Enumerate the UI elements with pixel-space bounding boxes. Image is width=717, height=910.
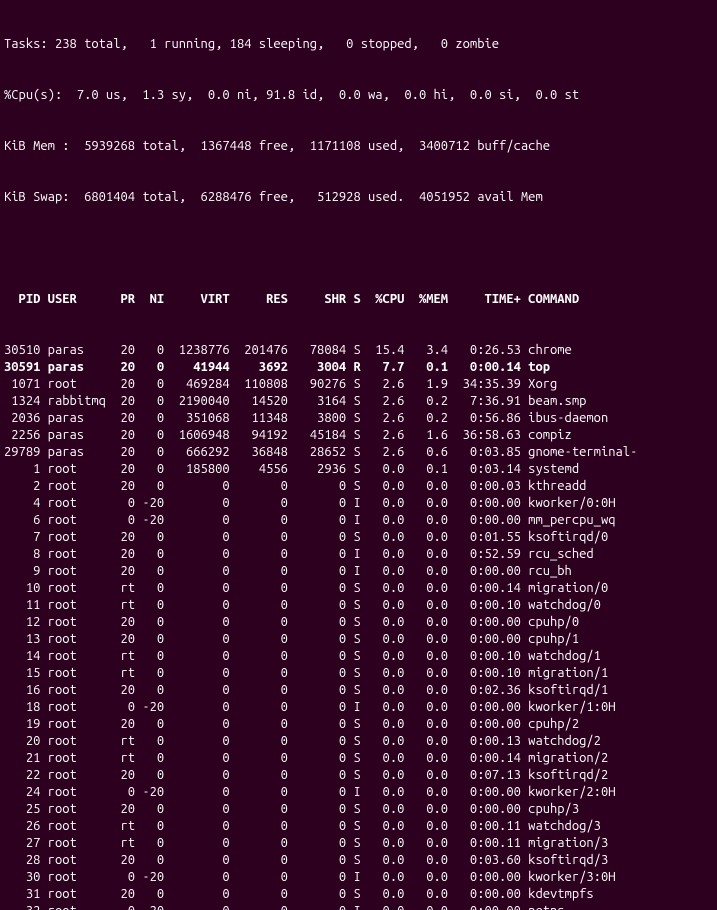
process-row: 31 root 20 0 0 0 0 S 0.0 0.0 0:00.00 kde… xyxy=(4,886,713,903)
process-row: 30 root 0 -20 0 0 0 I 0.0 0.0 0:00.00 kw… xyxy=(4,869,713,886)
process-row: 32 root 0 -20 0 0 0 I 0.0 0.0 0:00.00 ne… xyxy=(4,903,713,910)
process-row: 2256 paras 20 0 1606948 94192 45184 S 2.… xyxy=(4,427,713,444)
process-row: 4 root 0 -20 0 0 0 I 0.0 0.0 0:00.00 kwo… xyxy=(4,495,713,512)
process-row: 20 root rt 0 0 0 0 S 0.0 0.0 0:00.13 wat… xyxy=(4,733,713,750)
process-row: 2036 paras 20 0 351068 11348 3800 S 2.6 … xyxy=(4,410,713,427)
cpu-line: %Cpu(s): 7.0 us, 1.3 sy, 0.0 ni, 91.8 id… xyxy=(4,87,713,104)
process-row: 16 root 20 0 0 0 0 S 0.0 0.0 0:02.36 kso… xyxy=(4,682,713,699)
process-row: 7 root 20 0 0 0 0 S 0.0 0.0 0:01.55 ksof… xyxy=(4,529,713,546)
process-row: 11 root rt 0 0 0 0 S 0.0 0.0 0:00.10 wat… xyxy=(4,597,713,614)
process-row: 30591 paras 20 0 41944 3692 3004 R 7.7 0… xyxy=(4,359,713,376)
process-row: 10 root rt 0 0 0 0 S 0.0 0.0 0:00.14 mig… xyxy=(4,580,713,597)
process-row: 27 root rt 0 0 0 0 S 0.0 0.0 0:00.11 mig… xyxy=(4,835,713,852)
process-row: 29789 paras 20 0 666292 36848 28652 S 2.… xyxy=(4,444,713,461)
process-row: 18 root 0 -20 0 0 0 I 0.0 0.0 0:00.00 kw… xyxy=(4,699,713,716)
process-row: 22 root 20 0 0 0 0 S 0.0 0.0 0:07.13 kso… xyxy=(4,767,713,784)
terminal[interactable]: Tasks: 238 total, 1 running, 184 sleepin… xyxy=(0,0,717,910)
process-row: 30510 paras 20 0 1238776 201476 78084 S … xyxy=(4,342,713,359)
process-row: 14 root rt 0 0 0 0 S 0.0 0.0 0:00.10 wat… xyxy=(4,648,713,665)
process-row: 21 root rt 0 0 0 0 S 0.0 0.0 0:00.14 mig… xyxy=(4,750,713,767)
mem-line: KiB Mem : 5939268 total, 1367448 free, 1… xyxy=(4,138,713,155)
process-row: 1 root 20 0 185800 4556 2936 S 0.0 0.1 0… xyxy=(4,461,713,478)
process-row: 26 root rt 0 0 0 0 S 0.0 0.0 0:00.11 wat… xyxy=(4,818,713,835)
process-row: 24 root 0 -20 0 0 0 I 0.0 0.0 0:00.00 kw… xyxy=(4,784,713,801)
process-row: 2 root 20 0 0 0 0 S 0.0 0.0 0:00.03 kthr… xyxy=(4,478,713,495)
process-row: 13 root 20 0 0 0 0 S 0.0 0.0 0:00.00 cpu… xyxy=(4,631,713,648)
process-row: 28 root 20 0 0 0 0 S 0.0 0.0 0:03.60 kso… xyxy=(4,852,713,869)
process-table: 30510 paras 20 0 1238776 201476 78084 S … xyxy=(4,342,713,910)
process-row: 25 root 20 0 0 0 0 S 0.0 0.0 0:00.00 cpu… xyxy=(4,801,713,818)
process-row: 6 root 0 -20 0 0 0 I 0.0 0.0 0:00.00 mm_… xyxy=(4,512,713,529)
process-row: 1071 root 20 0 469284 110808 90276 S 2.6… xyxy=(4,376,713,393)
process-row: 19 root 20 0 0 0 0 S 0.0 0.0 0:00.00 cpu… xyxy=(4,716,713,733)
process-row: 8 root 20 0 0 0 0 I 0.0 0.0 0:52.59 rcu_… xyxy=(4,546,713,563)
process-row: 9 root 20 0 0 0 0 I 0.0 0.0 0:00.00 rcu_… xyxy=(4,563,713,580)
process-row: 12 root 20 0 0 0 0 S 0.0 0.0 0:00.00 cpu… xyxy=(4,614,713,631)
column-header: PID USER PR NI VIRT RES SHR S %CPU %MEM … xyxy=(4,291,713,308)
process-row: 15 root rt 0 0 0 0 S 0.0 0.0 0:00.10 mig… xyxy=(4,665,713,682)
blank-line xyxy=(4,240,713,257)
process-row: 1324 rabbitmq 20 0 2190040 14520 3164 S … xyxy=(4,393,713,410)
swap-line: KiB Swap: 6801404 total, 6288476 free, 5… xyxy=(4,189,713,206)
tasks-line: Tasks: 238 total, 1 running, 184 sleepin… xyxy=(4,36,713,53)
